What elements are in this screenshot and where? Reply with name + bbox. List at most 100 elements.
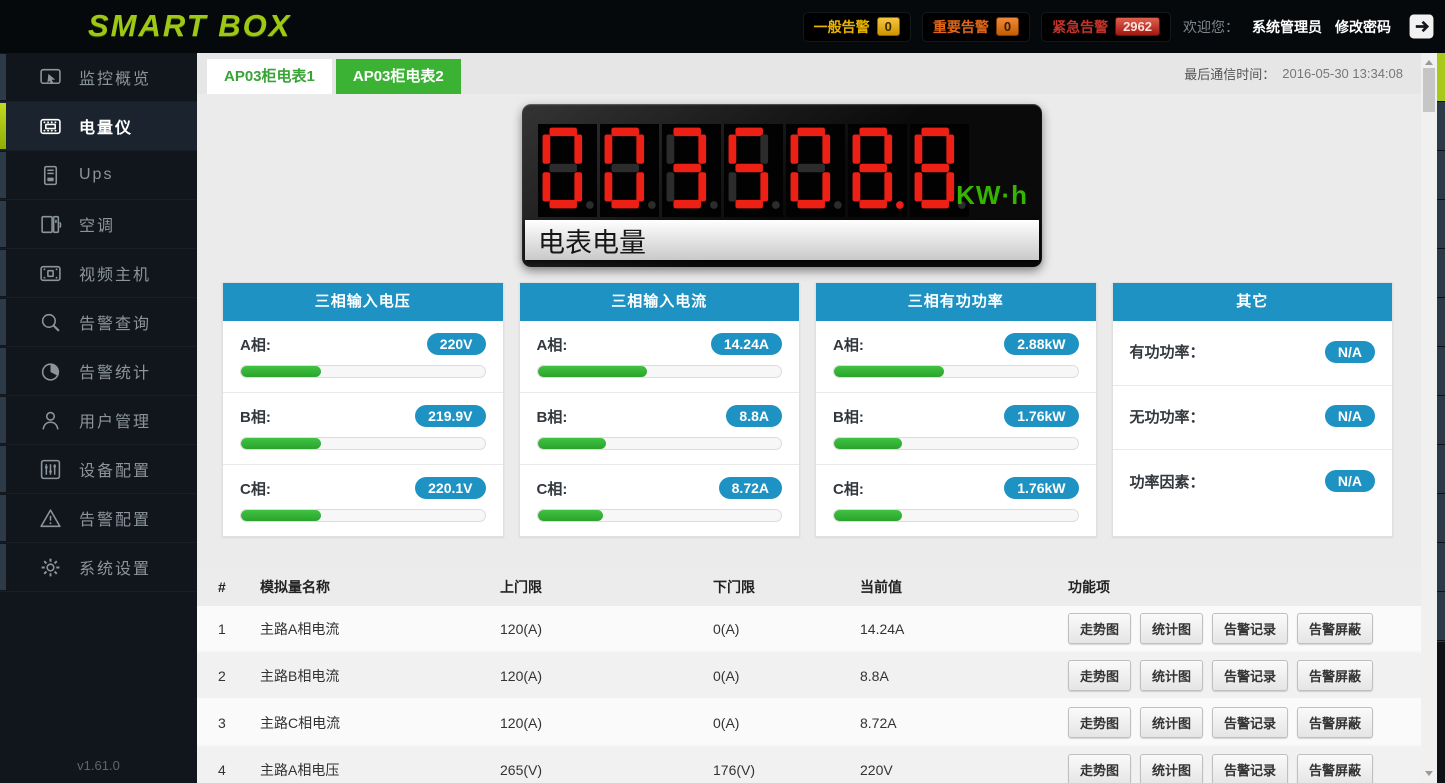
col-name: 模拟量名称 [260, 577, 500, 597]
sidebar-item-video-host[interactable]: 视频主机 [0, 249, 197, 298]
stats-chart-button[interactable]: 统计图 [1140, 613, 1203, 644]
alarm-record-button[interactable]: 告警记录 [1212, 707, 1288, 738]
phase-label: 功率因素： [1130, 471, 1205, 492]
sidebar-item-alarm-stats[interactable]: 告警统计 [0, 347, 197, 396]
tab-meter-2[interactable]: AP03柜电表2 [336, 59, 461, 94]
phase-progress-track [240, 509, 486, 522]
alarm-mask-button[interactable]: 告警屏蔽 [1297, 660, 1373, 691]
stats-chart-button[interactable]: 统计图 [1140, 660, 1203, 691]
top-bar-right: 一般告警 0 重要告警 0 紧急告警 2962 欢迎您： 系统管理员 修改密码 [804, 0, 1435, 53]
app-version: v1.61.0 [0, 758, 197, 773]
panel-title: 三相有功功率 [816, 283, 1096, 321]
sidebar-item-air-conditioner[interactable]: 空调 [0, 200, 197, 249]
alarm-mask-button[interactable]: 告警屏蔽 [1297, 613, 1373, 644]
sidebar-item-user-management[interactable]: 用户管理 [0, 396, 197, 445]
alarm-stats-icon [38, 360, 62, 383]
phase-progress-track [240, 437, 486, 450]
alarm-badge-urgent[interactable]: 紧急告警 2962 [1042, 13, 1170, 41]
trend-chart-button[interactable]: 走势图 [1068, 754, 1131, 783]
sidebar-item-alarm-search[interactable]: 告警查询 [0, 298, 197, 347]
cell-actions: 走势图统计图告警记录告警屏蔽 [1068, 613, 1421, 644]
alarm-badge-general[interactable]: 一般告警 0 [804, 13, 910, 41]
alarm-badge-label: 重要告警 [933, 17, 989, 37]
welcome-label: 欢迎您： [1183, 17, 1239, 37]
sidebar-item-label: 设备配置 [79, 457, 151, 481]
alarm-record-button[interactable]: 告警记录 [1212, 754, 1288, 783]
trend-chart-button[interactable]: 走势图 [1068, 707, 1131, 738]
sidebar-item-device-config[interactable]: 设备配置 [0, 445, 197, 494]
alarm-record-button[interactable]: 告警记录 [1212, 613, 1288, 644]
phase-progress-track [833, 509, 1079, 522]
phase-row-top: A相: 2.88kW [833, 333, 1079, 355]
phase-row: A相: 2.88kW [816, 321, 1096, 393]
cell-upper-limit: 120(A) [500, 621, 713, 637]
cell-current-value: 8.72A [860, 715, 1068, 731]
sidebar-item-ups[interactable]: Ups [0, 151, 197, 200]
vertical-scrollbar[interactable] [1421, 53, 1437, 783]
right-edge-rail-segments [1437, 102, 1445, 642]
alarm-badge-important[interactable]: 重要告警 0 [923, 13, 1029, 41]
scrollbar-thumb[interactable] [1423, 68, 1435, 112]
sidebar-item-monitor-overview[interactable]: 监控概览 [0, 53, 197, 102]
cell-lower-limit: 0(A) [713, 621, 860, 637]
trend-chart-button[interactable]: 走势图 [1068, 613, 1131, 644]
phase-row-top: B相: 1.76kW [833, 405, 1079, 427]
panel-input-voltage: 三相输入电压 A相: 220V B相: 219.9V C相: 220.1V [222, 282, 504, 537]
tab-meter-1[interactable]: AP03柜电表1 [207, 59, 332, 94]
phase-progress-track [537, 365, 783, 378]
meter-digit [786, 124, 845, 217]
scrollbar-down-arrow-icon[interactable] [1425, 771, 1433, 780]
ups-icon [38, 164, 62, 187]
sidebar-item-label: 告警查询 [79, 310, 151, 334]
panel-title: 三相输入电流 [520, 283, 800, 321]
scrollbar-up-arrow-icon[interactable] [1425, 56, 1433, 65]
alarm-search-icon [38, 311, 62, 334]
alarm-record-button[interactable]: 告警记录 [1212, 660, 1288, 691]
sidebar-item-system-settings[interactable]: 系统设置 [0, 543, 197, 592]
panel-body: A相: 14.24A B相: 8.8A C相: 8.72A [520, 321, 800, 536]
alarm-mask-button[interactable]: 告警屏蔽 [1297, 707, 1373, 738]
last-comm-label: 最后通信时间： [1184, 64, 1275, 83]
cell-lower-limit: 0(A) [713, 715, 860, 731]
cell-current-value: 8.8A [860, 668, 1068, 684]
phase-value-pill: 2.88kW [1004, 333, 1078, 355]
right-edge-rail [1437, 53, 1445, 783]
cell-index: 4 [218, 762, 260, 778]
logout-icon[interactable] [1408, 13, 1435, 40]
analog-table: # 模拟量名称 上门限 下门限 当前值 功能项 1 主路A相电流 120(A) … [197, 568, 1421, 783]
cell-name: 主路A相电流 [260, 619, 500, 639]
sidebar-item-label: 空调 [79, 212, 115, 236]
cell-name: 主路B相电流 [260, 666, 500, 686]
cell-index: 3 [218, 715, 260, 731]
phase-row: B相: 219.9V [223, 393, 503, 465]
phase-value-pill: 14.24A [711, 333, 782, 355]
cell-upper-limit: 265(V) [500, 762, 713, 778]
phase-label: B相: [537, 406, 568, 427]
phase-row: A相: 220V [223, 321, 503, 393]
table-body: 1 主路A相电流 120(A) 0(A) 14.24A 走势图统计图告警记录告警… [197, 606, 1421, 783]
phase-value-pill: 8.8A [726, 405, 782, 427]
sidebar: 监控概览 电量仪 Ups 空调 视频主机 告警查询 告警统计 用户管理 设备配置… [0, 53, 197, 783]
device-config-icon [38, 458, 62, 481]
sidebar-item-alarm-config[interactable]: 告警配置 [0, 494, 197, 543]
phase-row-top: 有功功率： N/A [1130, 341, 1376, 363]
sidebar-item-power-meter[interactable]: 电量仪 [0, 102, 197, 151]
change-password-link[interactable]: 修改密码 [1335, 17, 1391, 37]
stats-chart-button[interactable]: 统计图 [1140, 754, 1203, 783]
panel-title: 其它 [1113, 283, 1393, 321]
phase-row-top: B相: 8.8A [537, 405, 783, 427]
phase-value-pill: 8.72A [719, 477, 782, 499]
power-meter-icon [38, 115, 62, 138]
col-upper-limit: 上门限 [500, 577, 713, 597]
alarm-mask-button[interactable]: 告警屏蔽 [1297, 754, 1373, 783]
phase-label: 无功功率： [1130, 406, 1205, 427]
trend-chart-button[interactable]: 走势图 [1068, 660, 1131, 691]
stats-chart-button[interactable]: 统计图 [1140, 707, 1203, 738]
phase-label: 有功功率： [1130, 341, 1205, 362]
panel-body: A相: 2.88kW B相: 1.76kW C相: 1.76kW [816, 321, 1096, 536]
phase-progress-fill [834, 510, 902, 521]
sidebar-item-label: 监控概览 [79, 65, 151, 89]
phase-row: B相: 8.8A [520, 393, 800, 465]
phase-row-top: 无功功率： N/A [1130, 405, 1376, 427]
phase-value-pill: N/A [1325, 405, 1375, 427]
